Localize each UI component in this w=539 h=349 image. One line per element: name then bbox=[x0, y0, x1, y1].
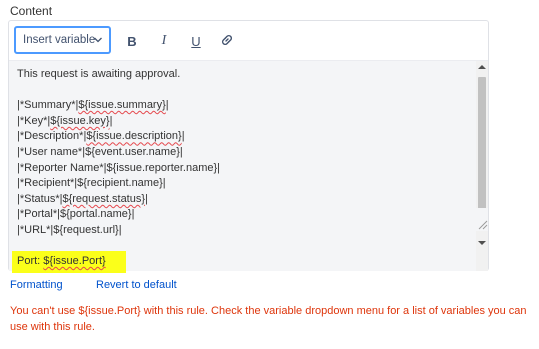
italic-button[interactable]: I bbox=[154, 31, 174, 51]
line-suffix: | bbox=[181, 130, 185, 143]
line-variable: ${event.user.name} bbox=[85, 145, 180, 158]
line-variable: ${request.status} bbox=[62, 192, 146, 205]
line-label: |*Description*| bbox=[17, 130, 87, 143]
resize-handle-icon[interactable] bbox=[476, 208, 488, 231]
line-suffix: | bbox=[179, 145, 183, 158]
line-suffix: | bbox=[118, 223, 122, 236]
template-line: |*Key*|${issue.key}| bbox=[17, 114, 477, 130]
editor-toolbar: Insert variable B I U bbox=[9, 21, 488, 61]
port-prefix: Port: bbox=[17, 255, 44, 267]
line-suffix: | bbox=[162, 177, 166, 190]
editor-scrollbar[interactable] bbox=[476, 61, 488, 271]
template-line: |*Reporter Name*|${issue.reporter.name}| bbox=[17, 161, 477, 177]
content-label: Content bbox=[10, 4, 53, 18]
line-variable: ${portal.name} bbox=[60, 208, 132, 221]
template-line: |*Portal*|${portal.name}| bbox=[17, 207, 477, 223]
line-label: |*Recipient*| bbox=[17, 177, 78, 190]
chevron-down-icon bbox=[93, 33, 103, 47]
scrollbar-thumb[interactable] bbox=[478, 77, 486, 219]
line-suffix: | bbox=[145, 192, 148, 205]
line-variable: ${recipient.name} bbox=[77, 177, 163, 190]
port-line: Port: ${issue.Port} bbox=[12, 251, 126, 273]
content-editor: Insert variable B I U This request is aw… bbox=[8, 20, 489, 273]
line-label: |*Key*| bbox=[17, 114, 51, 127]
line-label: |*Summary*| bbox=[17, 99, 79, 112]
line-label: |*URL*| bbox=[17, 223, 54, 236]
scroll-up-icon[interactable] bbox=[476, 61, 488, 73]
scroll-down-icon[interactable] bbox=[476, 237, 488, 249]
port-variable: ${issue.Port} bbox=[43, 255, 106, 267]
line-label: |*Status*| bbox=[17, 192, 63, 205]
link-icon bbox=[220, 33, 234, 50]
line-variable: ${issue.key} bbox=[50, 114, 110, 127]
template-line: |*User name*|${event.user.name}| bbox=[17, 145, 477, 161]
bold-button[interactable]: B bbox=[122, 31, 142, 51]
line-suffix: | bbox=[109, 114, 113, 127]
line-suffix: | bbox=[217, 161, 221, 174]
line-variable: ${issue.reporter.name} bbox=[106, 161, 218, 174]
template-line: |*URL*|${request.url}| bbox=[17, 223, 477, 239]
line-suffix: | bbox=[131, 208, 135, 221]
template-line: |*Description*|${issue.description}| bbox=[17, 129, 477, 145]
formatting-link[interactable]: Formatting bbox=[10, 279, 63, 291]
template-line: |*Recipient*|${recipient.name}| bbox=[17, 176, 477, 192]
revert-to-default-link[interactable]: Revert to default bbox=[96, 279, 177, 291]
template-line: |*Status*|${request.status}| bbox=[17, 192, 477, 208]
link-button[interactable] bbox=[217, 31, 237, 51]
underline-button[interactable]: U bbox=[186, 31, 206, 51]
error-message: You can't use ${issue.Port} with this ru… bbox=[10, 305, 527, 333]
line-label: |*Portal*| bbox=[17, 208, 61, 221]
line-variable: ${issue.summary} bbox=[78, 99, 166, 112]
insert-variable-label: Insert variable bbox=[23, 34, 96, 46]
template-line: |*Summary*|${issue.summary}| bbox=[17, 98, 477, 114]
line-suffix: | bbox=[165, 99, 169, 112]
intro-line: This request is awaiting approval. bbox=[17, 68, 181, 80]
line-variable: ${issue.description} bbox=[86, 130, 182, 143]
content-textarea[interactable]: This request is awaiting approval. |*Sum… bbox=[9, 61, 477, 273]
line-label: |*Reporter Name*| bbox=[17, 161, 107, 174]
line-label: |*User name*| bbox=[17, 145, 86, 158]
insert-variable-dropdown[interactable]: Insert variable bbox=[14, 26, 111, 54]
line-variable: ${request.url} bbox=[53, 223, 119, 236]
